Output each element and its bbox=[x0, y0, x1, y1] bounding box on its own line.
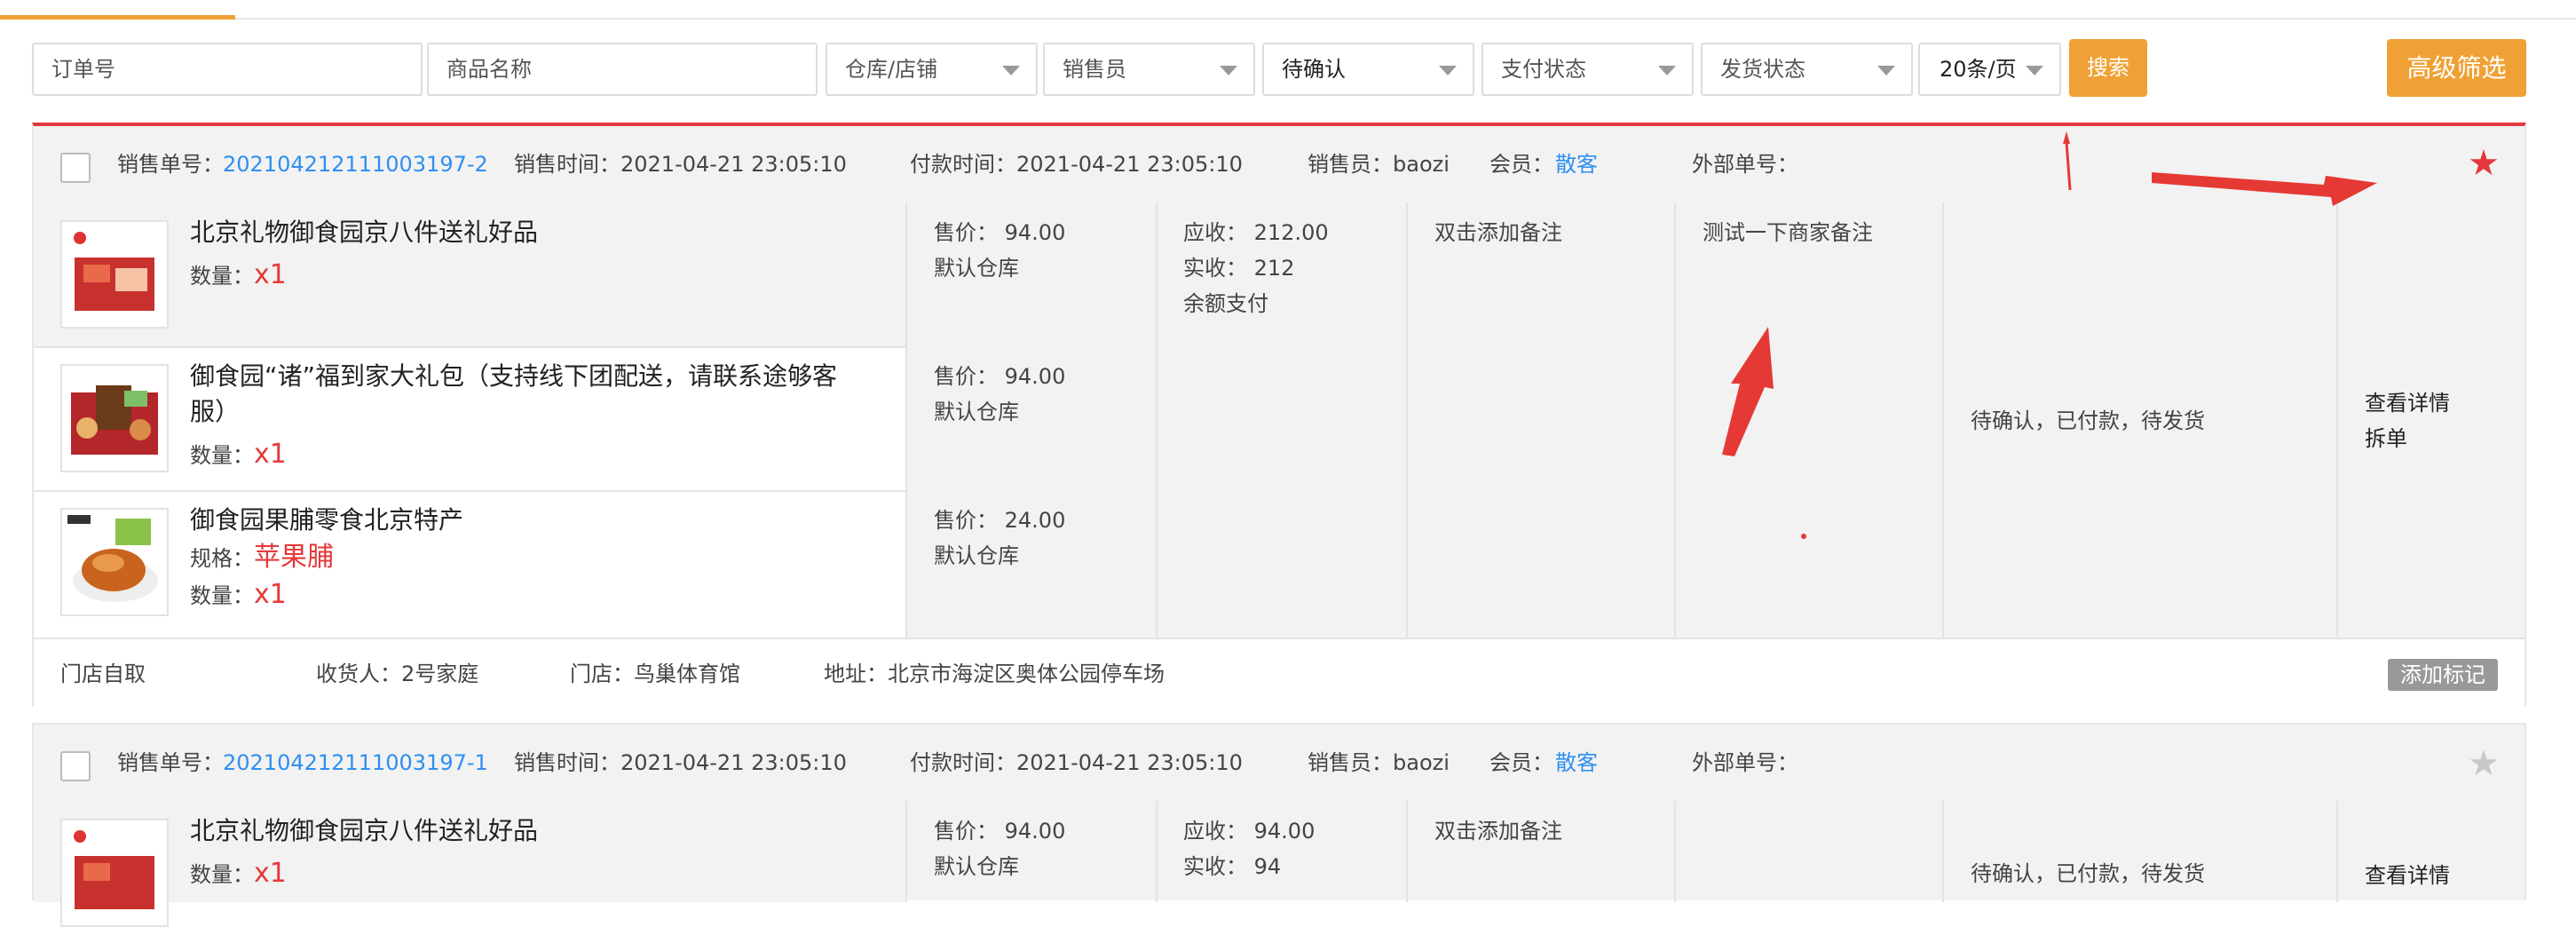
order-status: 待确认，已付款，待发货 bbox=[1971, 861, 2205, 886]
product-qty: 数量：x1 bbox=[190, 856, 287, 892]
status-select[interactable]: 待确认 bbox=[1262, 43, 1474, 96]
member-label: 会员： bbox=[1489, 750, 1553, 775]
column-divider bbox=[2336, 801, 2338, 902]
order-number-input[interactable]: 订单号 bbox=[32, 43, 423, 96]
item-price: 售价： 94.00 bbox=[934, 819, 1066, 844]
product-name[interactable]: 北京礼物御食园京八件送礼好品 bbox=[190, 813, 865, 849]
active-tab-indicator[interactable] bbox=[0, 15, 235, 20]
order-footer: 门店自取 收货人：2号家庭 门店：鸟巢体育馆 地址：北京市海淀区奥体公园停车场 … bbox=[34, 638, 2525, 710]
view-detail-link[interactable]: 查看详情 bbox=[2365, 858, 2450, 893]
salesperson-select[interactable]: 销售员 bbox=[1043, 43, 1255, 96]
column-divider bbox=[1942, 801, 1944, 902]
warehouse-select[interactable]: 仓库/店铺 bbox=[826, 43, 1038, 96]
annotation-arrows bbox=[1722, 131, 2377, 539]
buyer-note[interactable]: 双击添加备注 bbox=[1434, 813, 1562, 849]
search-button[interactable]: 搜索 bbox=[2069, 39, 2147, 97]
address: 地址：北京市海淀区奥体公园停车场 bbox=[824, 662, 1165, 686]
column-divider bbox=[1156, 801, 1158, 902]
member-link[interactable]: 散客 bbox=[1555, 725, 1598, 801]
pay-time: 付款时间：2021-04-21 23:05:10 bbox=[910, 750, 1243, 775]
star-icon[interactable]: ★ bbox=[2468, 746, 2500, 781]
order-card: 销售单号： 202104212111003197-2 销售时间：2021-04-… bbox=[32, 123, 2526, 710]
column-divider bbox=[905, 801, 907, 902]
qty-label: 数量： bbox=[190, 862, 254, 887]
order-item-row: 北京礼物御食园京八件送礼好品 数量：x1 bbox=[34, 801, 907, 927]
pay-status-select[interactable]: 支付状态 bbox=[1482, 43, 1694, 96]
column-divider bbox=[1406, 801, 1408, 902]
column-divider bbox=[1674, 801, 1676, 902]
delivery-type: 门店自取 bbox=[60, 662, 146, 686]
product-thumbnail bbox=[60, 819, 169, 927]
order-checkbox[interactable] bbox=[60, 751, 91, 781]
salesperson: 销售员：baozi bbox=[1308, 750, 1450, 775]
order-header: 销售单号： 202104212111003197-1 销售时间：2021-04-… bbox=[34, 725, 2525, 801]
item-warehouse: 默认仓库 bbox=[934, 854, 1019, 879]
order-no-label: 销售单号： bbox=[117, 750, 224, 775]
order-card: 销售单号： 202104212111003197-1 销售时间：2021-04-… bbox=[32, 723, 2526, 927]
ship-status-select[interactable]: 发货状态 bbox=[1701, 43, 1913, 96]
store: 门店：鸟巢体育馆 bbox=[570, 662, 740, 686]
receiver: 收货人：2号家庭 bbox=[316, 662, 479, 686]
top-divider bbox=[0, 18, 2576, 20]
sale-time: 销售时间：2021-04-21 23:05:10 bbox=[514, 750, 847, 775]
advanced-filter-button[interactable]: 高级筛选 bbox=[2387, 39, 2526, 97]
product-name-input[interactable]: 商品名称 bbox=[427, 43, 818, 96]
order-no-link[interactable]: 202104212111003197-1 bbox=[223, 725, 488, 801]
page-size-select[interactable]: 20条/页 bbox=[1918, 43, 2061, 96]
qty-value: x1 bbox=[254, 858, 287, 889]
receivable-amount: 应收： 94.00 bbox=[1183, 819, 1316, 844]
add-tag-button[interactable]: 添加标记 bbox=[2388, 659, 2498, 691]
external-order-no: 外部单号： bbox=[1692, 750, 1798, 775]
received-amount: 实收： 94 bbox=[1183, 854, 1282, 879]
